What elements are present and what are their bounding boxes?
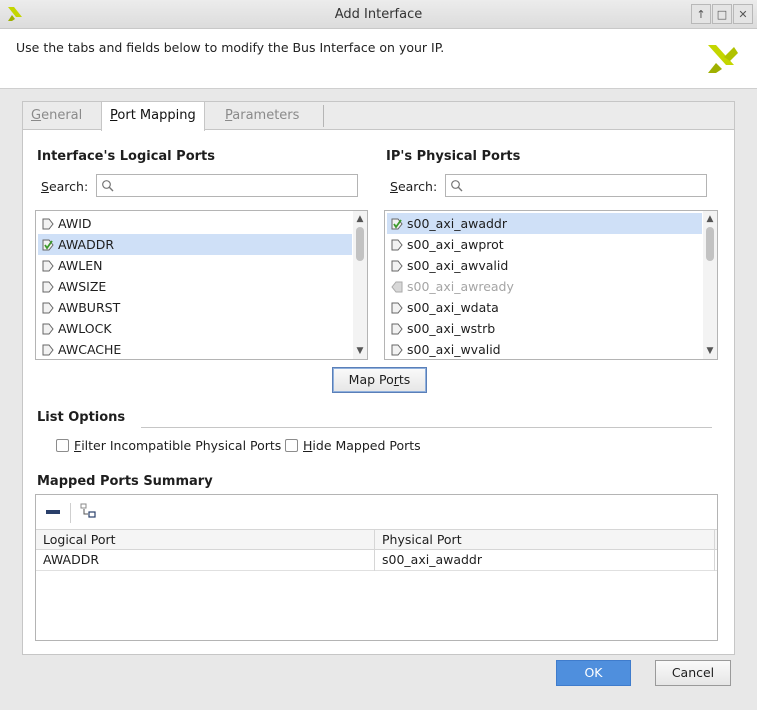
dialog-header: Use the tabs and fields below to modify … (0, 29, 757, 89)
physical-ports-list[interactable]: s00_axi_awaddr s00_axi_awprot s00_axi_aw… (384, 210, 718, 360)
physical-search-label: Search: (390, 179, 438, 194)
list-item[interactable]: s00_axi_wstrb (387, 318, 702, 339)
window-controls: ↑ □ ✕ (690, 4, 753, 24)
hide-mapped-checkbox[interactable] (285, 439, 298, 452)
list-item[interactable]: s00_axi_awready (387, 276, 702, 297)
filter-incompatible-checkbox[interactable] (56, 439, 69, 452)
table-header: Logical Port Physical Port (36, 529, 717, 550)
column-header-logical-port[interactable]: Logical Port (36, 530, 374, 551)
map-ports-button[interactable]: Map Ports (332, 367, 427, 393)
column-header-physical-port[interactable]: Physical Port (375, 530, 715, 551)
input-port-icon (391, 302, 403, 314)
logical-search-input[interactable] (117, 177, 353, 194)
list-item[interactable]: s00_axi_awaddr (387, 213, 702, 234)
cell-physical-port: s00_axi_awaddr (382, 552, 482, 567)
port-icon (42, 344, 54, 356)
scrollbar-thumb[interactable] (356, 227, 364, 261)
mapped-port-icon (391, 218, 403, 230)
column-separator (714, 529, 715, 571)
scrollbar-thumb[interactable] (706, 227, 714, 261)
summary-toolbar (36, 495, 717, 528)
window-titlebar: Add Interface ↑ □ ✕ (0, 0, 757, 29)
list-item[interactable]: AWBURST (38, 297, 352, 318)
window-restore-button[interactable]: ↑ (691, 4, 711, 24)
list-item[interactable]: AWSIZE (38, 276, 352, 297)
port-icon (42, 260, 54, 272)
table-row[interactable]: AWADDR s00_axi_awaddr (36, 550, 717, 571)
tab-port-mapping[interactable]: Port Mapping (101, 102, 205, 131)
tab-general[interactable]: General (23, 102, 90, 130)
tab-parameters[interactable]: Parameters (217, 102, 307, 130)
mapped-ports-summary-title: Mapped Ports Summary (37, 474, 213, 489)
input-port-icon (391, 260, 403, 272)
tab-panel: General Port Mapping Parameters Interfac… (22, 101, 735, 655)
list-item[interactable]: AWADDR (38, 234, 352, 255)
remove-mapping-icon[interactable] (46, 510, 60, 514)
hide-mapped-option[interactable]: Hide Mapped Ports (285, 438, 421, 453)
window-title: Add Interface (334, 7, 423, 22)
physical-ports-title: IP's Physical Ports (386, 149, 521, 164)
window-close-button[interactable]: ✕ (733, 4, 753, 24)
list-item[interactable]: s00_axi_awvalid (387, 255, 702, 276)
xilinx-logo-icon (708, 45, 738, 73)
input-port-icon (391, 239, 403, 251)
scroll-up-arrow-icon[interactable]: ▲ (353, 213, 367, 225)
output-port-icon (391, 281, 403, 293)
input-port-icon (391, 344, 403, 356)
port-icon (42, 218, 54, 230)
scroll-down-arrow-icon[interactable]: ▼ (353, 345, 367, 357)
cell-logical-port: AWADDR (43, 552, 100, 567)
toolbar-separator (70, 503, 71, 523)
physical-search-box[interactable] (445, 174, 707, 197)
cancel-button[interactable]: Cancel (655, 660, 731, 686)
window-maximize-button[interactable]: □ (712, 4, 732, 24)
logical-search-box[interactable] (96, 174, 358, 197)
list-item[interactable]: s00_axi_wdata (387, 297, 702, 318)
list-item[interactable]: AWCACHE (38, 339, 352, 359)
logical-list-scrollbar[interactable]: ▲ ▼ (353, 211, 367, 359)
column-separator (374, 529, 375, 571)
port-icon (42, 323, 54, 335)
list-item[interactable]: AWLOCK (38, 318, 352, 339)
header-description: Use the tabs and fields below to modify … (16, 40, 445, 55)
logical-ports-list[interactable]: AWID AWADDR AWLEN AWSIZE AWBURST AWLOCK … (35, 210, 368, 360)
input-port-icon (391, 323, 403, 335)
search-icon (451, 180, 463, 192)
logical-ports-title: Interface's Logical Ports (37, 149, 215, 164)
mapped-ports-summary-panel: Logical Port Physical Port AWADDR s00_ax… (35, 494, 718, 641)
scroll-up-arrow-icon[interactable]: ▲ (703, 213, 717, 225)
scroll-down-arrow-icon[interactable]: ▼ (703, 345, 717, 357)
section-divider (141, 427, 712, 428)
ok-button[interactable]: OK (556, 660, 631, 686)
port-icon (42, 281, 54, 293)
list-item[interactable]: s00_axi_wvalid (387, 339, 702, 359)
list-item[interactable]: AWLEN (38, 255, 352, 276)
port-icon (42, 302, 54, 314)
tab-bar: General Port Mapping Parameters (23, 102, 734, 131)
filter-incompatible-option[interactable]: Filter Incompatible Physical Ports (56, 438, 281, 453)
list-item[interactable]: AWID (38, 213, 352, 234)
tab-separator (323, 105, 324, 127)
auto-map-icon[interactable] (80, 503, 96, 519)
list-item[interactable]: s00_axi_awprot (387, 234, 702, 255)
mapped-port-icon (42, 239, 54, 251)
search-icon (102, 180, 114, 192)
physical-search-input[interactable] (466, 177, 702, 194)
logical-search-label: Search: (41, 179, 89, 194)
list-options-title: List Options (37, 410, 126, 425)
physical-list-scrollbar[interactable]: ▲ ▼ (703, 211, 717, 359)
